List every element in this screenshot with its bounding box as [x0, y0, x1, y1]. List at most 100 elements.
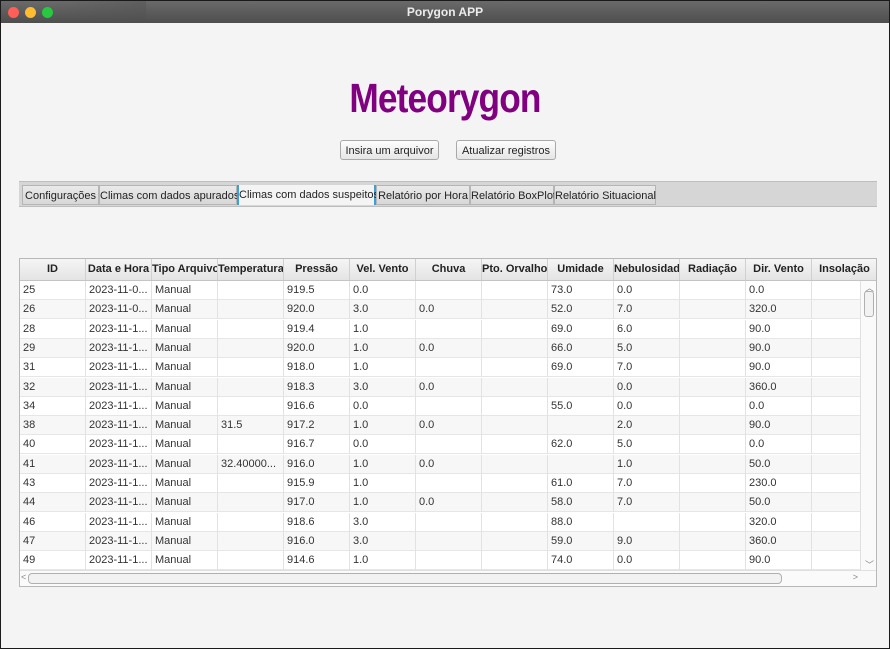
column-header-data-hora[interactable]: Data e Hora: [86, 259, 152, 280]
cell-umidade: 52.0: [548, 300, 614, 320]
vertical-scrollbar[interactable]: ︿ ﹀: [860, 281, 876, 571]
update-records-button[interactable]: Atualizar registros: [456, 140, 556, 160]
cell-data-hora: 2023-11-1...: [86, 551, 152, 571]
cell-dir-vento: 50.0: [746, 454, 812, 474]
cell-vel-vento: 3.0: [350, 300, 416, 320]
column-header-pressao[interactable]: Pressão: [284, 259, 350, 280]
tab-climas-suspeitos[interactable]: Climas com dados suspeitos: [237, 185, 379, 205]
table-row[interactable]: 43 2023-11-1... Manual 915.9 1.0 61.0 7.0 230.0: [20, 474, 862, 493]
table-row[interactable]: 29 2023-11-1... Manual 920.0 1.0 0.0 66.0 5.0 90…: [20, 338, 862, 358]
cell-pressao: 920.0: [284, 300, 350, 320]
cell-pto-orvalho: [482, 281, 548, 300]
cell-temperatura: [218, 493, 284, 513]
tab-relatorio-situacional[interactable]: Relatório Situacional: [554, 185, 656, 205]
cell-nebulosidade: 0.0: [614, 396, 680, 416]
table-row[interactable]: 38 2023-11-1... Manual 31.5 917.2 1.0 0.0 2.0 90…: [20, 416, 862, 436]
cell-temperatura: [218, 551, 284, 571]
cell-pressao: 917.0: [284, 493, 350, 513]
cell-tipo-arquivo: Manual: [152, 512, 218, 532]
cell-tipo-arquivo: Manual: [152, 396, 218, 416]
cell-pressao: 916.0: [284, 454, 350, 474]
column-header-chuva[interactable]: Chuva: [416, 259, 482, 280]
tab-configuracoes[interactable]: Configurações: [22, 185, 99, 205]
cell-radiacao: [680, 377, 746, 397]
table-row[interactable]: 31 2023-11-1... Manual 918.0 1.0 69.0 7.0 90.0: [20, 358, 862, 378]
cell-pto-orvalho: [482, 531, 548, 551]
column-header-umidade[interactable]: Umidade: [548, 259, 614, 280]
cell-dir-vento: 230.0: [746, 474, 812, 493]
table-row[interactable]: 26 2023-11-0... Manual 920.0 3.0 0.0 52.0 7.0 32…: [20, 300, 862, 320]
tab-bar: Configurações Climas com dados apurados …: [19, 181, 877, 207]
cell-temperatura: [218, 377, 284, 397]
scroll-right-icon[interactable]: >: [853, 572, 858, 582]
table-row[interactable]: 47 2023-11-1... Manual 916.0 3.0 59.0 9.0 360.0: [20, 531, 862, 551]
cell-vel-vento: 3.0: [350, 377, 416, 397]
cell-dir-vento: 0.0: [746, 435, 812, 455]
cell-radiacao: [680, 319, 746, 339]
cell-nebulosidade: 0.0: [614, 281, 680, 300]
app-title: Meteorygon: [349, 75, 541, 121]
cell-pto-orvalho: [482, 551, 548, 571]
cell-nebulosidade: 0.0: [614, 377, 680, 397]
cell-radiacao: [680, 512, 746, 532]
cell-vel-vento: 1.0: [350, 551, 416, 571]
table-row[interactable]: 44 2023-11-1... Manual 917.0 1.0 0.0 58.0 7.0 50…: [20, 493, 862, 513]
cell-id: 44: [20, 493, 86, 513]
cell-radiacao: [680, 493, 746, 513]
cell-data-hora: 2023-11-1...: [86, 416, 152, 436]
cell-insolacao: [812, 320, 862, 339]
cell-umidade: 55.0: [548, 396, 614, 416]
table-row[interactable]: 25 2023-11-0... Manual 919.5 0.0 73.0 0.0 0.0: [20, 281, 862, 300]
cell-insolacao: [812, 551, 862, 570]
table-row[interactable]: 32 2023-11-1... Manual 918.3 3.0 0.0 0.0 360.0: [20, 377, 862, 397]
cell-tipo-arquivo: Manual: [152, 338, 218, 358]
cell-data-hora: 2023-11-0...: [86, 300, 152, 320]
column-header-vel-vento[interactable]: Vel. Vento: [350, 259, 416, 280]
column-header-insolacao[interactable]: Insolação: [812, 259, 876, 280]
horizontal-scrollbar[interactable]: < >: [20, 570, 876, 586]
table-row[interactable]: 46 2023-11-1... Manual 918.6 3.0 88.0 320.0: [20, 512, 862, 532]
cell-vel-vento: 1.0: [350, 454, 416, 474]
cell-chuva: [416, 435, 482, 455]
cell-data-hora: 2023-11-1...: [86, 396, 152, 416]
column-header-id[interactable]: ID: [20, 259, 86, 280]
column-header-radiacao[interactable]: Radiação: [680, 259, 746, 280]
column-header-nebulosidade[interactable]: Nebulosidade: [614, 259, 680, 280]
cell-pto-orvalho: [482, 300, 548, 320]
column-header-tipo-arquivo[interactable]: Tipo Arquivo: [152, 259, 218, 280]
cell-umidade: 88.0: [548, 512, 614, 532]
cell-temperatura: [218, 281, 284, 300]
cell-insolacao: [812, 493, 862, 512]
cell-chuva: 0.0: [416, 454, 482, 474]
cell-data-hora: 2023-11-1...: [86, 377, 152, 397]
cell-insolacao: [812, 378, 862, 397]
column-header-dir-vento[interactable]: Dir. Vento: [746, 259, 812, 280]
cell-temperatura: [218, 338, 284, 358]
cell-radiacao: [680, 281, 746, 300]
table-row[interactable]: 34 2023-11-1... Manual 916.6 0.0 55.0 0.0 0.0: [20, 396, 862, 416]
table-row[interactable]: 41 2023-11-1... Manual 32.40000... 916.0 1.0 0…: [20, 454, 862, 474]
insert-file-button[interactable]: Insira um arquivor: [340, 140, 439, 160]
vertical-scroll-thumb[interactable]: [864, 291, 874, 317]
table-row[interactable]: 49 2023-11-1... Manual 914.6 1.0 74.0 0.0 90.0: [20, 551, 862, 571]
cell-id: 31: [20, 358, 86, 378]
cell-id: 41: [20, 454, 86, 474]
tab-relatorio-boxplot[interactable]: Relatório BoxPlot: [470, 185, 556, 205]
column-header-temperatura[interactable]: Temperatura: [218, 259, 284, 280]
table-row[interactable]: 28 2023-11-1... Manual 919.4 1.0 69.0 6.0 90.0: [20, 319, 862, 339]
tab-climas-apurados[interactable]: Climas com dados apurados: [99, 185, 239, 205]
scroll-left-icon[interactable]: <: [21, 572, 26, 582]
cell-temperatura: [218, 531, 284, 551]
cell-vel-vento: 0.0: [350, 281, 416, 300]
horizontal-scroll-thumb[interactable]: [28, 573, 782, 584]
cell-pto-orvalho: [482, 512, 548, 532]
cell-id: 32: [20, 377, 86, 397]
tab-relatorio-hora[interactable]: Relatório por Hora: [376, 185, 470, 205]
cell-insolacao: [812, 339, 862, 358]
cell-chuva: [416, 512, 482, 532]
cell-dir-vento: 90.0: [746, 319, 812, 339]
column-header-pto-orvalho[interactable]: Pto. Orvalho: [482, 259, 548, 280]
cell-temperatura: [218, 512, 284, 532]
cell-pto-orvalho: [482, 416, 548, 436]
table-row[interactable]: 40 2023-11-1... Manual 916.7 0.0 62.0 5.0 0.0: [20, 435, 862, 455]
